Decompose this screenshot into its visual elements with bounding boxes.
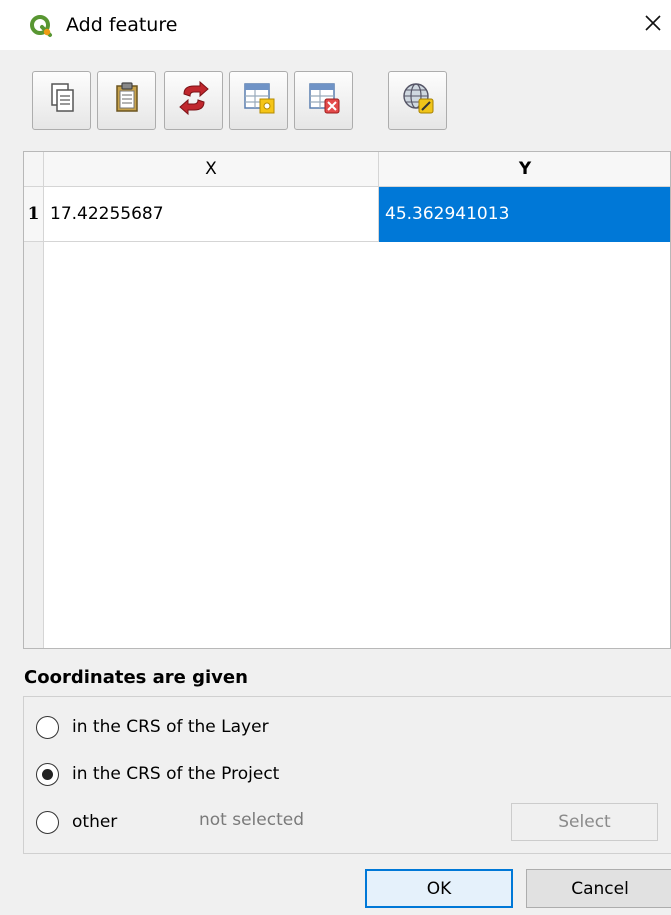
radio-button[interactable]	[36, 810, 59, 834]
copy-icon	[44, 80, 80, 121]
crs-group-title: Coordinates are given	[24, 667, 248, 688]
cell-y-1[interactable]: 45.362941013	[379, 187, 670, 242]
paste-icon	[109, 80, 145, 121]
radio-button[interactable]	[36, 715, 59, 739]
window-title: Add feature	[66, 14, 178, 36]
column-header-y[interactable]: Y	[379, 152, 670, 187]
radio-crs-project[interactable]: in the CRS of the Project	[36, 760, 279, 788]
cell-x-1[interactable]: 17.42255687	[44, 187, 379, 242]
delete-row-button[interactable]	[294, 71, 353, 130]
digitize-globe-button[interactable]	[388, 71, 447, 130]
paste-coordinates-button[interactable]	[97, 71, 156, 130]
radio-label-layer: in the CRS of the Layer	[72, 717, 269, 737]
ok-button[interactable]: OK	[365, 869, 513, 908]
swap-xy-icon	[176, 80, 212, 121]
radio-button-checked[interactable]	[36, 762, 59, 786]
radio-crs-other[interactable]: other	[36, 808, 117, 836]
add-row-button[interactable]	[229, 71, 288, 130]
select-crs-button[interactable]: Select	[511, 803, 658, 841]
digitize-globe-icon	[400, 80, 436, 121]
coordinates-table: X Y 1 17.42255687 45.362941013	[23, 151, 671, 649]
close-button[interactable]	[634, 6, 671, 44]
delete-row-icon	[306, 80, 342, 121]
radio-label-project: in the CRS of the Project	[72, 764, 280, 784]
row-header-1[interactable]: 1	[24, 187, 44, 242]
close-icon	[643, 13, 663, 38]
copy-coordinates-button[interactable]	[32, 71, 91, 130]
column-header-x[interactable]: X	[44, 152, 379, 187]
title-bar: Add feature	[0, 0, 671, 50]
swap-xy-button[interactable]	[164, 71, 223, 130]
add-row-icon	[241, 80, 277, 121]
cancel-button[interactable]: Cancel	[526, 869, 671, 908]
table-corner[interactable]	[24, 152, 44, 187]
radio-label-other: other	[72, 812, 118, 832]
radio-crs-layer[interactable]: in the CRS of the Layer	[36, 713, 269, 741]
crs-not-selected-text: not selected	[199, 810, 305, 830]
row-header-gutter	[24, 187, 44, 648]
qgis-logo-icon	[29, 14, 53, 38]
